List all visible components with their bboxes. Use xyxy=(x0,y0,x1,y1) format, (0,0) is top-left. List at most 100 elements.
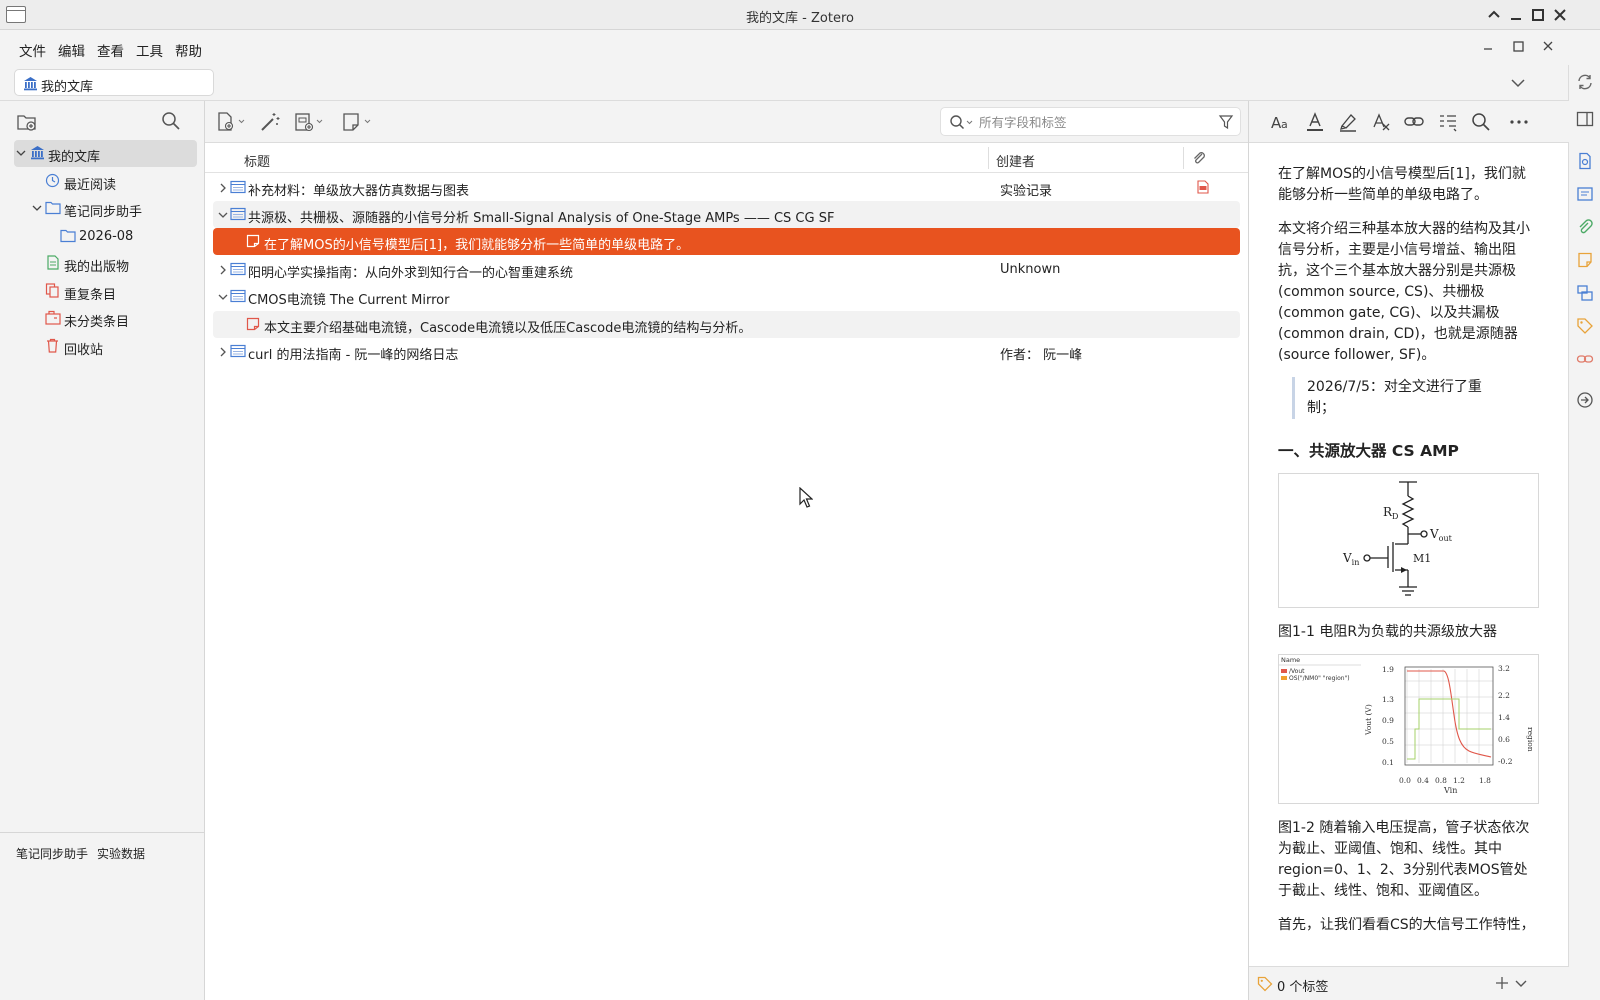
collection-label: 最近阅读 xyxy=(64,178,117,193)
related-icon[interactable] xyxy=(1576,350,1594,368)
tabs-menu-chevron-icon[interactable] xyxy=(1508,73,1528,93)
window-shade-button[interactable] xyxy=(1484,5,1504,25)
library-icon xyxy=(30,145,45,160)
tag-item[interactable]: 实验数据 xyxy=(97,845,145,862)
collection-unfiled[interactable]: 未分类条目 xyxy=(14,305,197,332)
tags-icon[interactable] xyxy=(1576,317,1594,335)
insert-citation-icon[interactable] xyxy=(1437,111,1459,133)
find-replace-icon[interactable] xyxy=(1470,111,1492,133)
item-creator: Unknown xyxy=(1000,262,1061,277)
clear-formatting-icon[interactable] xyxy=(1370,111,1392,133)
tab-my-library[interactable]: 我的文库 xyxy=(14,69,214,96)
text-size-icon[interactable]: Aa xyxy=(1270,111,1292,133)
inner-minimize-button[interactable] xyxy=(1478,37,1498,57)
attachments-icon[interactable] xyxy=(1576,218,1594,236)
magic-wand-button[interactable] xyxy=(259,111,281,133)
item-title: 本文主要介绍基础电流镜，Cascode电流镜以及低压Cascode电流镜的结构与… xyxy=(264,321,752,336)
note-paragraph: 在了解MOS的小信号模型后[1]，我们就能够分析一些简单的单级电路了。 xyxy=(1278,166,1526,203)
menu-help[interactable]: 帮助 xyxy=(175,40,202,60)
search-icon[interactable] xyxy=(949,114,975,130)
insert-link-icon[interactable] xyxy=(1403,111,1425,133)
collection-duplicates[interactable]: 重复条目 xyxy=(14,278,197,305)
table-row-selected[interactable]: 在了解MOS的小信号模型后[1]，我们就能够分析一些简单的单级电路了。 xyxy=(213,228,1240,255)
menu-file[interactable]: 文件 xyxy=(19,40,46,60)
filter-icon[interactable] xyxy=(1218,114,1234,130)
column-creator[interactable]: 创建者 xyxy=(996,151,1035,170)
new-item-button[interactable] xyxy=(215,111,249,133)
webpage-item-icon xyxy=(230,262,246,276)
menu-edit[interactable]: 编辑 xyxy=(58,40,85,60)
note-paragraph: 本文将介绍三种基本放大器的结构及其小信号分析，主要是小信号增益、输出阻抗，这个三… xyxy=(1278,221,1530,363)
chevron-right-icon[interactable] xyxy=(218,265,228,275)
chevron-right-icon[interactable] xyxy=(218,183,228,193)
table-row[interactable]: 阳明心学实操指南：从向外求到知行合一的心智重建系统 Unknown xyxy=(213,256,1240,283)
table-row[interactable]: 本文主要介绍基础电流镜，Cascode电流镜以及低压Cascode电流镜的结构与… xyxy=(213,311,1240,338)
new-note-button[interactable] xyxy=(341,111,375,133)
search-collections-icon[interactable] xyxy=(160,110,182,132)
table-row[interactable]: 共源极、共栅极、源随器的小信号分析 Small-Signal Analysis … xyxy=(213,201,1240,228)
locate-icon[interactable] xyxy=(1576,391,1594,409)
tab-bar: 我的文库 xyxy=(0,65,1568,101)
column-title[interactable]: 标题 xyxy=(244,151,270,170)
tag-count: 0 个标签 xyxy=(1277,980,1329,995)
abstract-icon[interactable] xyxy=(1576,185,1594,203)
pdf-attachment-icon[interactable] xyxy=(1196,180,1210,194)
collection-2026-08[interactable]: 2026-08 xyxy=(14,223,197,250)
y-axis-label-right: region xyxy=(1526,727,1535,752)
toggle-pane-icon[interactable] xyxy=(1576,110,1594,128)
table-row[interactable]: CMOS电流镜 The Current Mirror xyxy=(213,283,1240,310)
menu-tools[interactable]: 工具 xyxy=(136,40,163,60)
collection-my-publications[interactable]: 我的出版物 xyxy=(14,250,197,277)
x-axis-label: Vin xyxy=(1443,786,1457,795)
note-content[interactable]: 在了解MOS的小信号模型后[1]，我们就能够分析一些简单的单级电路了。 本文将介… xyxy=(1249,144,1569,966)
column-separator[interactable] xyxy=(988,147,989,169)
chevron-down-icon[interactable] xyxy=(218,210,228,220)
y-axis-label-left: Vout (V) xyxy=(1364,704,1373,736)
sync-icon[interactable] xyxy=(1576,73,1594,91)
table-row[interactable]: curl 的用法指南 - 阮一峰的网络日志 作者： 阮一峰 xyxy=(213,338,1240,365)
chevron-down-icon[interactable] xyxy=(218,292,228,302)
collection-note-sync[interactable]: 笔记同步助手 xyxy=(14,195,197,222)
collection-my-library[interactable]: 我的文库 xyxy=(14,140,197,167)
collection-trash[interactable]: 回收站 xyxy=(14,333,197,360)
publications-icon xyxy=(45,255,60,270)
chevron-right-icon[interactable] xyxy=(218,347,228,357)
window-minimize-button[interactable] xyxy=(1506,5,1526,25)
highlight-icon[interactable] xyxy=(1337,111,1359,133)
duplicates-icon xyxy=(45,283,60,298)
add-attachment-button[interactable] xyxy=(293,111,327,133)
inner-maximize-button[interactable] xyxy=(1508,37,1528,57)
new-collection-icon[interactable] xyxy=(16,111,38,133)
chevron-down-icon[interactable] xyxy=(32,203,42,213)
attachment-column-paperclip-icon[interactable] xyxy=(1191,150,1207,166)
y-tick-right: 1.4 xyxy=(1498,713,1510,722)
text-color-icon[interactable] xyxy=(1304,111,1326,133)
notes-icon[interactable] xyxy=(1576,251,1594,269)
inner-close-button[interactable] xyxy=(1538,37,1558,57)
search-box[interactable] xyxy=(940,107,1241,136)
item-creator: 实验记录 xyxy=(1000,184,1053,199)
collection-recent[interactable]: 最近阅读 xyxy=(14,168,197,195)
webpage-item-icon xyxy=(230,289,246,303)
folder-icon xyxy=(45,200,61,215)
add-tag-icon[interactable] xyxy=(1494,975,1510,991)
table-row[interactable]: 补充材料：单级放大器仿真数据与图表 实验记录 xyxy=(213,174,1240,201)
x-tick: 1.8 xyxy=(1479,776,1491,785)
clock-icon xyxy=(45,173,60,188)
column-separator[interactable] xyxy=(1183,147,1184,169)
window-titlebar: 我的文库 - Zotero xyxy=(0,0,1600,30)
item-title: 共源极、共栅极、源随器的小信号分析 Small-Signal Analysis … xyxy=(248,211,835,226)
chevron-down-icon[interactable] xyxy=(16,148,26,158)
tag-item[interactable]: 笔记同步助手 xyxy=(16,845,88,862)
more-options-icon[interactable] xyxy=(1508,111,1530,133)
vin-subscript: in xyxy=(1352,558,1360,567)
menu-view[interactable]: 查看 xyxy=(97,40,124,60)
chevron-down-icon[interactable] xyxy=(1513,976,1529,992)
info-icon[interactable] xyxy=(1576,152,1594,170)
items-toolbar xyxy=(205,101,1248,143)
search-input[interactable] xyxy=(979,113,1199,131)
libraries-collections-icon[interactable] xyxy=(1576,284,1594,302)
window-close-button[interactable] xyxy=(1550,5,1570,25)
collection-label: 2026-08 xyxy=(79,229,134,244)
window-maximize-button[interactable] xyxy=(1528,5,1548,25)
